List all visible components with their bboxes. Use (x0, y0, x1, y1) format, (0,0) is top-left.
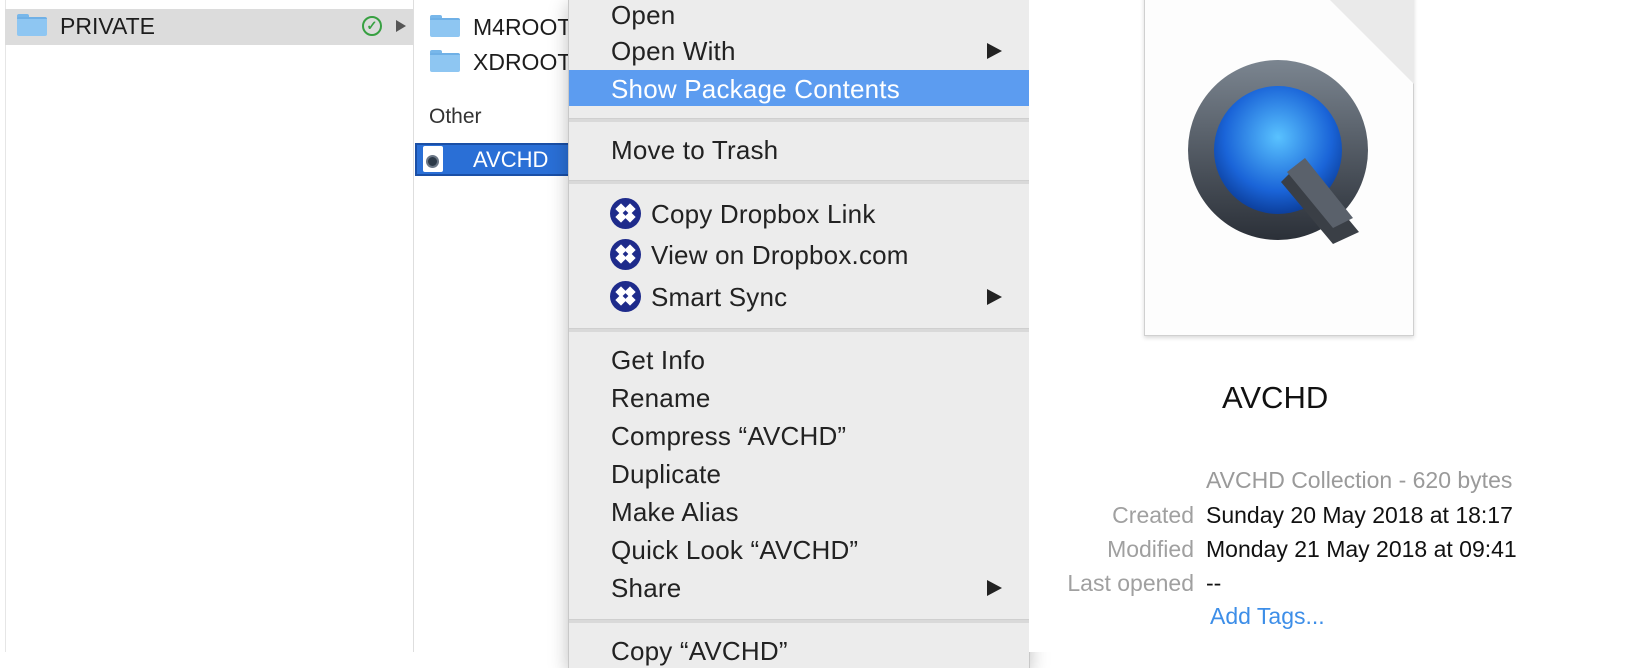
menu-separator (569, 180, 1029, 184)
menu-item-share[interactable]: Share (569, 569, 1029, 605)
menu-item-rename[interactable]: Rename (569, 379, 1029, 415)
menu-item-get-info[interactable]: Get Info (569, 341, 1029, 377)
menu-item-quick-look[interactable]: Quick Look “AVCHD” (569, 531, 1029, 567)
sync-check-icon: ✓ (362, 16, 382, 36)
menu-item-open[interactable]: Open (569, 0, 1029, 32)
menu-item-label: Open With (611, 36, 736, 66)
finder-column-1 (0, 0, 414, 652)
menu-item-duplicate[interactable]: Duplicate (569, 455, 1029, 491)
add-tags-link[interactable]: Add Tags... (1210, 603, 1325, 630)
menu-item-label: Make Alias (611, 497, 739, 527)
menu-item-label: Move to Trash (611, 135, 779, 165)
finder-item-avchd-label: AVCHD (473, 147, 549, 172)
menu-item-label: Show Package Contents (611, 74, 900, 104)
submenu-arrow-icon (987, 289, 1002, 305)
modified-value: Monday 21 May 2018 at 09:41 (1206, 536, 1517, 562)
finder-column-2 (414, 0, 574, 652)
folder-icon (430, 15, 460, 37)
menu-item-label: Smart Sync (651, 282, 788, 312)
menu-item-view-on-dropbox[interactable]: View on Dropbox.com (569, 236, 1029, 272)
finder-item-m4root[interactable]: M4ROOT (473, 14, 571, 41)
menu-item-open-with[interactable]: Open With (569, 32, 1029, 68)
finder-item-label: PRIVATE (60, 13, 155, 39)
column-edge (0, 0, 6, 652)
dropbox-icon (610, 198, 641, 229)
menu-item-label: Rename (611, 383, 711, 413)
finder-item-xdroot[interactable]: XDROOT (473, 49, 571, 76)
menu-item-copy-dropbox-link[interactable]: Copy Dropbox Link (569, 195, 1029, 231)
dropbox-icon (610, 239, 641, 270)
menu-separator (569, 328, 1029, 332)
menu-separator (569, 118, 1029, 122)
modified-label: Modified (1107, 536, 1194, 562)
menu-item-label: Copy Dropbox Link (651, 199, 876, 229)
menu-item-compress[interactable]: Compress “AVCHD” (569, 417, 1029, 453)
menu-item-label: Share (611, 573, 682, 603)
created-value: Sunday 20 May 2018 at 18:17 (1206, 502, 1513, 528)
menu-item-label: Open (611, 0, 676, 30)
section-header-other: Other (429, 105, 482, 128)
menu-item-label: Get Info (611, 345, 706, 375)
menu-item-label: Duplicate (611, 459, 722, 489)
menu-item-show-package-contents[interactable]: Show Package Contents (569, 70, 1029, 106)
menu-item-copy[interactable]: Copy “AVCHD” (569, 632, 1029, 668)
quicktime-icon (1188, 60, 1368, 244)
menu-item-label: Quick Look “AVCHD” (611, 535, 859, 565)
menu-item-make-alias[interactable]: Make Alias (569, 493, 1029, 529)
quicktime-file-icon (423, 146, 443, 172)
submenu-arrow-icon (987, 43, 1002, 59)
folder-icon (430, 50, 460, 72)
disclosure-arrow-icon[interactable] (396, 20, 406, 32)
last-opened-value: -- (1206, 570, 1222, 596)
preview-file-name: AVCHD (1222, 380, 1329, 415)
menu-item-smart-sync[interactable]: Smart Sync (569, 278, 1029, 314)
context-menu: Open Open With Show Package Contents Mov… (568, 0, 1030, 668)
last-opened-label: Last opened (1067, 570, 1194, 596)
menu-item-label: Compress “AVCHD” (611, 421, 847, 451)
menu-separator (569, 619, 1029, 623)
menu-item-label: View on Dropbox.com (651, 240, 909, 270)
preview-file-kind: AVCHD Collection - 620 bytes (1206, 467, 1513, 493)
menu-item-move-to-trash[interactable]: Move to Trash (569, 131, 1029, 167)
created-label: Created (1112, 502, 1194, 528)
folder-icon (17, 14, 47, 36)
dropbox-icon (610, 281, 641, 312)
